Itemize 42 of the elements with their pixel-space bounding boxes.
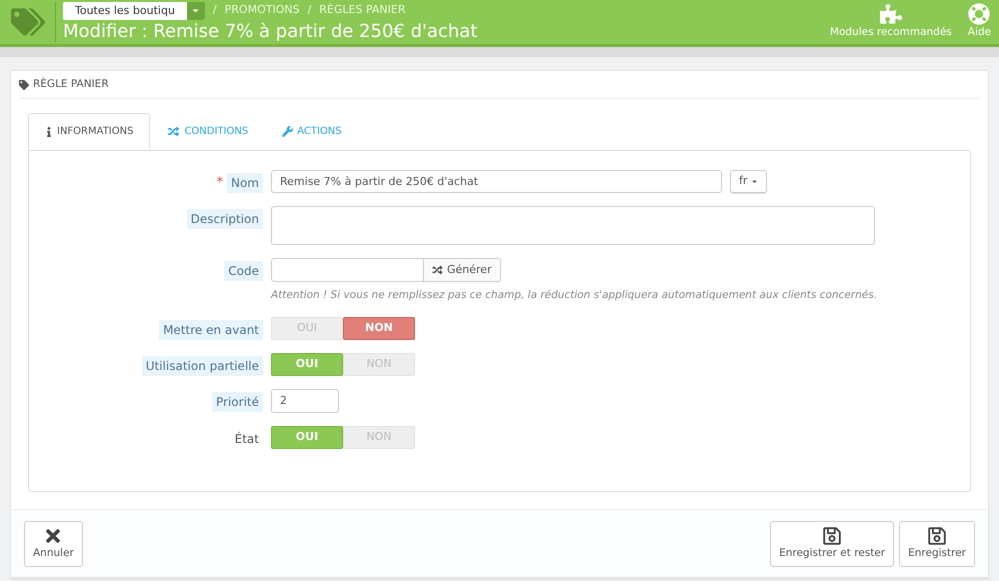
field-label: Priorité	[212, 392, 263, 412]
lifebuoy-icon	[968, 3, 990, 26]
save-button[interactable]: Enregistrer et rester	[770, 520, 894, 566]
field-label: Description	[186, 209, 263, 229]
language-dropdown[interactable]: fr	[730, 170, 768, 193]
field-label: Mettre en avant	[159, 320, 263, 340]
toolbar-link[interactable]: Modules recommandés	[830, 3, 952, 41]
cancel-button[interactable]: Annuler	[24, 520, 83, 566]
toggle-option[interactable]: OUI	[271, 426, 343, 449]
page-title: Modifier : Remise 7% à partir de 250€ d'achat	[63, 20, 478, 42]
toggle-option[interactable]: NON	[343, 316, 415, 340]
tags-icon	[10, 7, 44, 37]
shuffle-icon	[167, 126, 180, 137]
save-button[interactable]: Enregistrer	[899, 520, 975, 566]
shop-selector[interactable]: Toutes les boutiqu	[63, 2, 205, 20]
tab[interactable]: ACTIONS	[265, 113, 359, 150]
name-field[interactable]: Remise 7% à partir de 250€ d'achat	[271, 170, 722, 193]
wrench-icon	[282, 126, 294, 137]
toolbar-link[interactable]: Aide	[968, 3, 991, 41]
panel-title: RÈGLE PANIER	[33, 76, 109, 92]
breadcrumb-link[interactable]: RÈGLES PANIER	[319, 2, 406, 19]
breadcrumb-separator: /	[212, 2, 217, 18]
tab[interactable]: INFORMATIONS	[28, 113, 150, 150]
breadcrumb-separator: /	[308, 2, 312, 18]
field-label: État	[234, 430, 260, 448]
help-text: Attention ! Si vous ne remplissez pas ce champ, la réduction s'appliquera automatiquement aux clients concernés.	[271, 288, 878, 303]
priority-field[interactable]: 2	[271, 388, 339, 413]
puzzle-icon	[880, 3, 902, 26]
tab[interactable]: CONDITIONS	[150, 113, 266, 150]
description-field[interactable]	[271, 206, 875, 245]
caret-icon	[751, 178, 758, 185]
field-label: Code	[224, 261, 263, 281]
code-field[interactable]	[271, 258, 424, 282]
info-icon	[45, 126, 53, 136]
required-mark: *	[216, 174, 223, 192]
toggle-option[interactable]: OUI	[271, 352, 343, 376]
field-label: Nom	[226, 173, 263, 193]
generate-button[interactable]: Générer	[424, 258, 501, 282]
shuffle-icon	[432, 265, 443, 275]
breadcrumb-link[interactable]: PROMOTIONS	[224, 2, 300, 19]
tag-icon	[19, 80, 29, 90]
field-label: Utilisation partielle	[142, 356, 263, 376]
